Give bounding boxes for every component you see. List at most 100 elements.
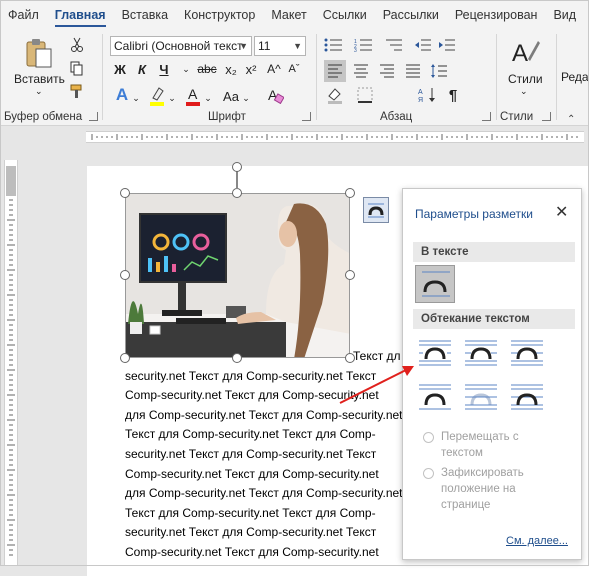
- clipboard-launcher-icon[interactable]: [89, 112, 98, 121]
- text-line: security.net Текст для Comp-security.net…: [125, 446, 377, 461]
- behind-text-option[interactable]: [461, 379, 501, 417]
- font-color-icon[interactable]: A: [184, 84, 202, 108]
- text-line: Comp-security.net Текст для Comp-securit…: [125, 544, 379, 559]
- text-line: для Comp-security.net Текст для Comp-sec…: [125, 407, 403, 422]
- shrink-font-button[interactable]: Aˇ: [284, 60, 304, 78]
- wrap-tight-option[interactable]: [461, 335, 501, 373]
- font-launcher-icon[interactable]: [302, 112, 311, 121]
- highlight-icon[interactable]: [148, 84, 166, 108]
- text-effects-icon[interactable]: A: [114, 84, 130, 106]
- layout-options-pane: Параметры разметки ✕ В тексте Обтекание …: [402, 188, 582, 560]
- tab-mailings[interactable]: Рассылки: [375, 0, 447, 30]
- subscript-button[interactable]: x₂: [222, 60, 240, 78]
- close-icon[interactable]: ✕: [555, 202, 568, 222]
- change-case-dropdown-icon[interactable]: ⌄: [240, 90, 252, 106]
- font-group-label: Шрифт: [208, 111, 246, 123]
- styles-label[interactable]: Стили: [508, 72, 543, 86]
- svg-text:A: A: [418, 89, 423, 96]
- change-case-button[interactable]: Aa: [220, 86, 242, 106]
- copy-icon[interactable]: [68, 60, 86, 78]
- align-right-icon[interactable]: [376, 60, 398, 82]
- tab-design[interactable]: Конструктор: [176, 0, 263, 30]
- grow-font-button[interactable]: A^: [264, 60, 284, 78]
- wrap-text-header: Обтекание текстом: [413, 309, 575, 329]
- styles-launcher-icon[interactable]: [542, 112, 551, 121]
- vertical-ruler-margin: [6, 166, 16, 196]
- text-line: security.net Текст для Comp-security.net…: [125, 525, 377, 540]
- bullets-icon[interactable]: [322, 36, 346, 54]
- justify-icon[interactable]: [402, 60, 424, 82]
- text-line: Текст дл: [353, 349, 401, 363]
- italic-button[interactable]: К: [134, 60, 150, 78]
- numbering-icon[interactable]: 123: [352, 36, 376, 54]
- svg-text:Я: Я: [418, 97, 423, 103]
- format-painter-icon[interactable]: [68, 82, 86, 100]
- rotate-handle-icon[interactable]: [232, 162, 242, 172]
- decrease-indent-icon[interactable]: [412, 36, 434, 54]
- tab-review[interactable]: Рецензирован: [447, 0, 546, 30]
- wrap-through-option[interactable]: [507, 335, 547, 373]
- align-center-icon[interactable]: [350, 60, 372, 82]
- font-size-combo[interactable]: 11 ▼: [254, 36, 306, 56]
- tab-insert[interactable]: Вставка: [114, 0, 176, 30]
- line-spacing-icon[interactable]: [428, 60, 450, 82]
- borders-icon[interactable]: [354, 84, 376, 106]
- layout-options-button[interactable]: [363, 197, 389, 223]
- shading-icon[interactable]: [324, 84, 346, 106]
- clear-formatting-icon[interactable]: A: [264, 84, 286, 106]
- wrap-top-bottom-option[interactable]: [415, 379, 455, 417]
- move-with-text-radio[interactable]: [423, 432, 434, 443]
- highlight-dropdown-icon[interactable]: ⌄: [166, 90, 178, 106]
- superscript-button[interactable]: x²: [242, 60, 260, 78]
- multilevel-list-icon[interactable]: [382, 36, 406, 54]
- svg-text:3: 3: [354, 48, 357, 52]
- collapse-ribbon-icon[interactable]: ⌃: [567, 114, 575, 125]
- svg-text:A: A: [188, 86, 198, 102]
- svg-text:A: A: [512, 40, 528, 67]
- tab-layout[interactable]: Макет: [263, 0, 314, 30]
- pane-title: Параметры разметки: [415, 207, 533, 221]
- text-line: Comp-security.net Текст для Comp-securit…: [125, 466, 379, 481]
- underline-dropdown-icon[interactable]: ⌄: [178, 60, 194, 78]
- increase-indent-icon[interactable]: [436, 36, 458, 54]
- fix-position-radio[interactable]: [423, 468, 434, 479]
- text-line: Comp-security.net Текст для Comp-securit…: [125, 388, 379, 403]
- text-line: Текст для Comp-security.net Текст для Co…: [125, 505, 376, 520]
- styles-group: A Стили ⌄ Стили: [498, 30, 558, 126]
- show-formatting-icon[interactable]: ¶: [442, 84, 464, 106]
- document-text[interactable]: Текст дл security.net Текст для Comp-sec…: [125, 347, 415, 563]
- text-effects-dropdown-icon[interactable]: ⌄: [130, 90, 142, 106]
- paragraph-launcher-icon[interactable]: [482, 112, 491, 121]
- vertical-ruler: [4, 160, 18, 566]
- align-left-icon[interactable]: [324, 60, 346, 82]
- clipboard-group-label: Буфер обмена: [4, 111, 83, 123]
- tab-view[interactable]: Вид: [545, 0, 584, 30]
- tab-references[interactable]: Ссылки: [315, 0, 375, 30]
- fix-position-label: Зафиксировать положение на странице: [441, 467, 524, 511]
- paragraph-group-label: Абзац: [380, 111, 413, 123]
- move-with-text-label: Перемещать с текстом: [441, 431, 519, 459]
- horizontal-ruler[interactable]: [0, 126, 589, 148]
- selected-image[interactable]: [125, 193, 350, 358]
- font-color-dropdown-icon[interactable]: ⌄: [202, 90, 214, 106]
- ribbon-tabs: Файл Главная Вставка Конструктор Макет С…: [0, 0, 589, 30]
- tab-home[interactable]: Главная: [47, 0, 114, 30]
- styles-icon[interactable]: A: [508, 36, 542, 68]
- tab-file[interactable]: Файл: [0, 0, 47, 30]
- editing-label[interactable]: Реда: [561, 70, 589, 84]
- sort-icon[interactable]: AЯ: [416, 84, 438, 106]
- strikethrough-button[interactable]: abc: [194, 60, 220, 78]
- paste-icon[interactable]: [22, 36, 56, 70]
- clipboard-group: Вставить ⌄ Буфер обмена: [0, 30, 100, 126]
- see-more-link[interactable]: См. далее...: [506, 535, 568, 547]
- font-name-combo[interactable]: Calibri (Основной текст ▼: [110, 36, 252, 56]
- paragraph-group: 123 AЯ ¶ Абзац: [318, 30, 496, 126]
- wrap-square-option[interactable]: [415, 335, 455, 373]
- underline-button[interactable]: Ч: [156, 60, 172, 78]
- bold-button[interactable]: Ж: [112, 60, 128, 78]
- in-front-of-text-option[interactable]: [507, 379, 547, 417]
- text-line: security.net Текст для Comp-security.net…: [125, 368, 377, 383]
- in-line-with-text-option[interactable]: [415, 265, 455, 303]
- paste-label[interactable]: Вставить: [14, 72, 65, 86]
- cut-icon[interactable]: [68, 36, 86, 54]
